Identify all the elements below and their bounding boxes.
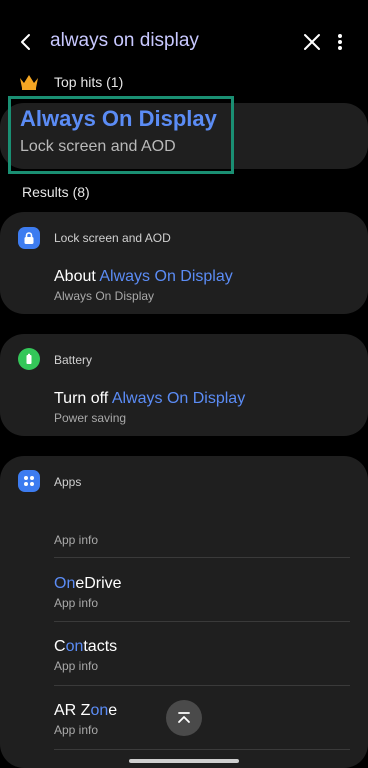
lock-icon — [18, 227, 40, 249]
apps-icon — [18, 470, 40, 492]
category-label: Lock screen and AOD — [54, 231, 171, 245]
more-vert-icon — [338, 34, 342, 50]
result-item-title: Contacts — [54, 638, 118, 655]
category-label: Apps — [54, 475, 82, 489]
back-button[interactable] — [12, 28, 40, 56]
divider — [54, 685, 350, 686]
battery-icon — [18, 348, 40, 370]
top-hits-label: Top hits (1) — [54, 74, 124, 90]
result-item-subtitle: App info — [54, 723, 99, 737]
result-item-subtitle: Power saving — [54, 411, 127, 425]
close-icon — [304, 34, 320, 50]
more-options-button[interactable] — [330, 28, 350, 56]
category-label: Battery — [54, 353, 93, 367]
result-item-subtitle: Always On Display — [54, 289, 155, 303]
divider — [54, 749, 350, 750]
result-item-title: About Always On Display — [54, 268, 233, 285]
result-item-title: Turn off Always On Display — [54, 390, 246, 407]
result-item-subtitle: App info — [54, 533, 99, 547]
crown-icon — [20, 75, 38, 90]
search-input[interactable]: always on display — [50, 30, 199, 52]
divider — [54, 621, 350, 622]
top-hit-subtitle: Lock screen and AOD — [20, 138, 176, 155]
divider — [54, 557, 350, 558]
result-item-title: OneDrive — [54, 575, 122, 592]
result-card-lock-screen: Lock screen and AOD About Always On Disp… — [0, 212, 368, 314]
result-item-title: AR Zone — [54, 702, 118, 719]
search-header: always on display — [0, 22, 368, 62]
top-hits-header: Top hits (1) — [18, 71, 123, 93]
home-indicator — [129, 759, 239, 763]
results-label: Results (8) — [22, 184, 90, 200]
scroll-up-icon — [178, 712, 190, 723]
scroll-to-top-button[interactable] — [166, 700, 202, 736]
back-arrow-icon — [21, 34, 30, 50]
result-card-battery: Battery Turn off Always On Display Power… — [0, 334, 368, 436]
top-hit-title: Always On Display — [20, 106, 217, 131]
result-item-subtitle: App info — [54, 596, 99, 610]
result-item-subtitle: App info — [54, 659, 99, 673]
clear-search-button[interactable] — [298, 28, 326, 56]
